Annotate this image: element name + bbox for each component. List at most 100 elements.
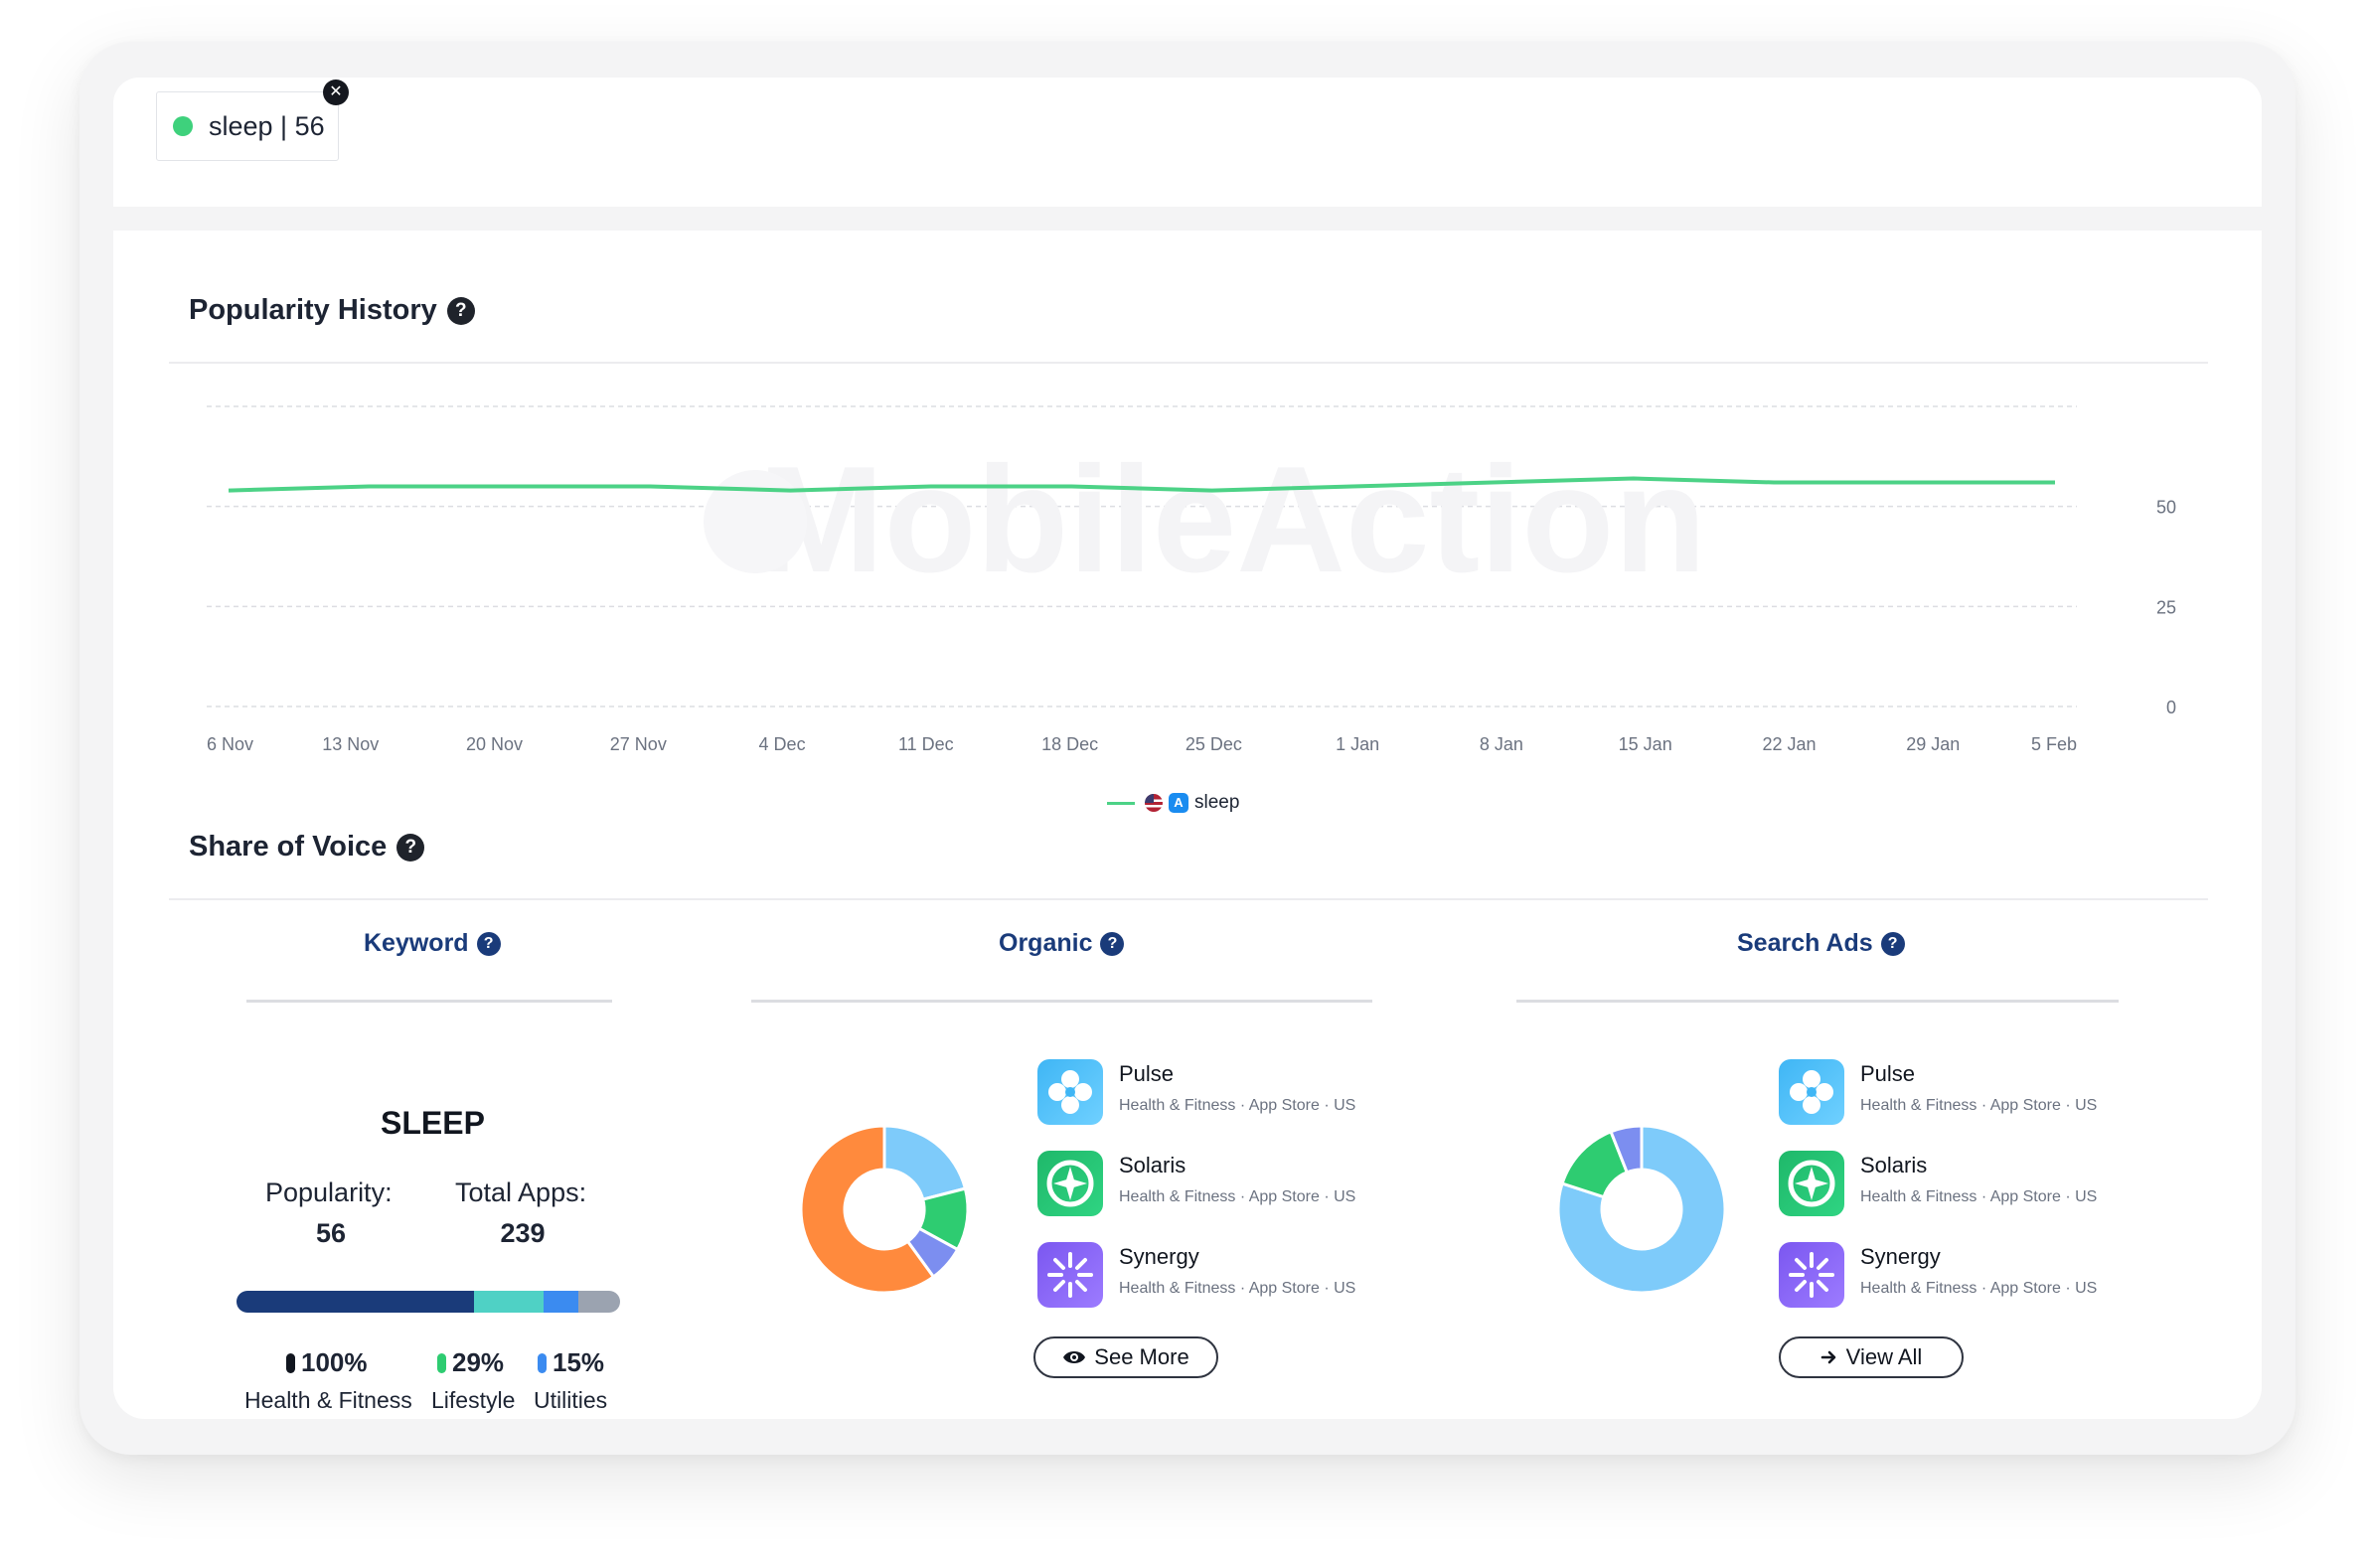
- solaris-app-icon: [1037, 1151, 1103, 1216]
- synergy-app-icon: [1037, 1242, 1103, 1308]
- x-tick-label: 13 Nov: [322, 734, 379, 754]
- app-name: Solaris: [1860, 1153, 1928, 1177]
- x-tick-label: 4 Dec: [759, 734, 806, 754]
- x-tick-label: 6 Nov: [207, 734, 253, 754]
- tab-organic-label: Organic: [999, 929, 1093, 957]
- category-distribution-bar: [237, 1291, 620, 1313]
- organic-app-row[interactable]: Synergy Health & Fitness · App Store · U…: [1037, 1242, 1355, 1308]
- category-bar-segment: [474, 1291, 544, 1313]
- app-meta: Health & Fitness · App Store · US: [1119, 1280, 1356, 1297]
- tab-search-ads-label: Search Ads: [1737, 929, 1873, 957]
- category-percent: 15%: [538, 1347, 604, 1378]
- x-tick-label: 15 Jan: [1619, 734, 1672, 754]
- category-percent-value: 15%: [553, 1347, 605, 1377]
- tab-organic[interactable]: Organic ?: [999, 929, 1125, 958]
- category-percent: 29%: [437, 1347, 504, 1378]
- keyword-color-dot: [173, 116, 193, 136]
- keyword-chip-label: sleep | 56: [209, 110, 325, 141]
- category-pill-icon: [286, 1352, 295, 1373]
- popularity-history-title: Popularity History ?: [189, 294, 475, 327]
- search-ads-donut-chart: [1556, 1124, 1727, 1295]
- tab-underline: [751, 1000, 1372, 1003]
- app-meta: Health & Fitness · App Store · US: [1860, 1280, 2098, 1297]
- popularity-label: Popularity:: [265, 1177, 393, 1207]
- divider: [169, 362, 2208, 364]
- category-bar-segment: [237, 1291, 475, 1313]
- category-bar-segment: [543, 1291, 578, 1313]
- keyword-name: SLEEP: [381, 1105, 485, 1141]
- total-apps-value: 239: [500, 1218, 546, 1248]
- see-more-label: See More: [1094, 1344, 1189, 1369]
- y-tick-label: 25: [2156, 597, 2176, 617]
- view-all-button[interactable]: View All: [1779, 1336, 1964, 1378]
- x-tick-label: 27 Nov: [610, 734, 667, 754]
- help-icon[interactable]: ?: [1880, 931, 1905, 956]
- category-label: Health & Fitness: [244, 1387, 412, 1413]
- search-ads-app-row[interactable]: Pulse Health & Fitness · App Store · US: [1779, 1059, 2097, 1125]
- help-icon[interactable]: ?: [476, 931, 501, 956]
- organic-app-row[interactable]: Solaris Health & Fitness · App Store · U…: [1037, 1151, 1355, 1216]
- us-flag-icon: [1145, 794, 1163, 812]
- category-label: Lifestyle: [431, 1387, 516, 1413]
- x-tick-label: 25 Dec: [1186, 734, 1242, 754]
- search-ads-app-row[interactable]: Synergy Health & Fitness · App Store · U…: [1779, 1242, 2097, 1308]
- tab-search-ads[interactable]: Search Ads ?: [1737, 929, 1905, 958]
- category-percent-value: 100%: [301, 1347, 368, 1377]
- x-tick-label: 8 Jan: [1480, 734, 1523, 754]
- app-meta: Health & Fitness · App Store · US: [1119, 1188, 1356, 1205]
- x-tick-label: 1 Jan: [1336, 734, 1379, 754]
- category-percent: 100%: [286, 1347, 368, 1378]
- app-meta: Health & Fitness · App Store · US: [1119, 1097, 1356, 1114]
- x-tick-label: 29 Jan: [1906, 734, 1960, 754]
- app-store-icon: A: [1169, 793, 1188, 813]
- share-of-voice-label: Share of Voice: [189, 831, 388, 862]
- help-icon[interactable]: ?: [396, 833, 425, 862]
- y-tick-label: 0: [2166, 698, 2176, 717]
- help-icon[interactable]: ?: [1100, 931, 1125, 956]
- keyword-chip-bar: [113, 78, 2262, 207]
- legend-line-swatch: [1107, 801, 1135, 805]
- chart-legend[interactable]: A sleep: [1107, 790, 1239, 816]
- category-percent-value: 29%: [452, 1347, 505, 1377]
- tab-keyword[interactable]: Keyword ?: [364, 929, 501, 958]
- legend-label-sleep: sleep: [1194, 792, 1240, 813]
- organic-app-row[interactable]: Pulse Health & Fitness · App Store · US: [1037, 1059, 1355, 1125]
- view-all-label: View All: [1845, 1344, 1923, 1369]
- category-pill-icon: [437, 1352, 446, 1373]
- x-tick-label: 20 Nov: [466, 734, 523, 754]
- app-name: Synergy: [1860, 1244, 1941, 1269]
- organic-donut-chart: [799, 1124, 970, 1295]
- synergy-app-icon: [1779, 1242, 1844, 1308]
- app-meta: Health & Fitness · App Store · US: [1860, 1188, 2098, 1205]
- close-icon[interactable]: ✕: [323, 79, 349, 105]
- keyword-chip[interactable]: sleep | 56: [156, 91, 339, 161]
- total-apps-label: Total Apps:: [455, 1177, 587, 1207]
- popularity-value: 56: [315, 1218, 347, 1248]
- category-label: Utilities: [534, 1387, 608, 1413]
- divider: [169, 898, 2208, 900]
- x-tick-label: 11 Dec: [898, 734, 954, 754]
- app-name: Synergy: [1119, 1244, 1199, 1269]
- app-meta: Health & Fitness · App Store · US: [1860, 1097, 2098, 1114]
- x-tick-label: 22 Jan: [1762, 734, 1816, 754]
- tab-underline: [246, 1000, 612, 1003]
- app-name: Solaris: [1119, 1153, 1186, 1177]
- category-pill-icon: [538, 1352, 547, 1373]
- watermark-logo-icon: [704, 470, 807, 573]
- y-tick-label: 50: [2156, 498, 2176, 518]
- tab-keyword-label: Keyword: [364, 929, 469, 957]
- watermark-text: MobileAction: [758, 435, 1706, 604]
- see-more-button[interactable]: See More: [1033, 1336, 1218, 1378]
- popularity-history-label: Popularity History: [189, 294, 437, 326]
- donut-slice: [882, 1124, 968, 1201]
- pulse-app-icon: [1779, 1059, 1844, 1125]
- help-icon[interactable]: ?: [446, 296, 475, 325]
- eye-icon: [1063, 1351, 1086, 1363]
- x-tick-label: 18 Dec: [1041, 734, 1098, 754]
- tab-underline: [1516, 1000, 2119, 1003]
- solaris-app-icon: [1779, 1151, 1844, 1216]
- app-name: Pulse: [1860, 1061, 1916, 1086]
- app-name: Pulse: [1119, 1061, 1175, 1086]
- search-ads-app-row[interactable]: Solaris Health & Fitness · App Store · U…: [1779, 1151, 2097, 1216]
- category-bar-segment: [577, 1291, 620, 1313]
